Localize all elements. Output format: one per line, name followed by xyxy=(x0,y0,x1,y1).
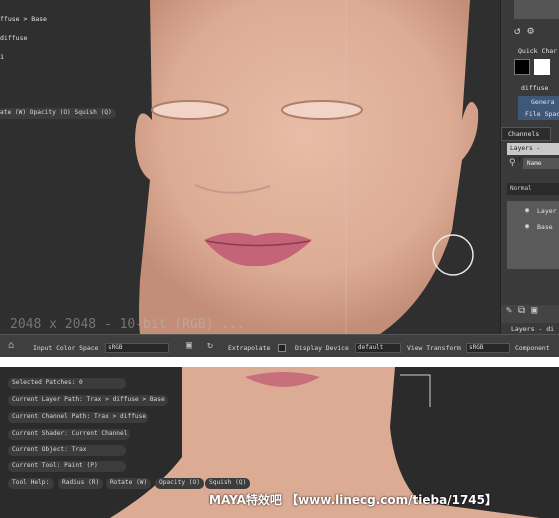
diffuse-label: diffuse xyxy=(521,84,549,92)
display-device-select[interactable]: default xyxy=(355,343,401,353)
viewport-overlay-text: 2048 x 2048 - 10-bit (RGB) ... xyxy=(10,317,245,332)
eye-icon[interactable]: ◉ xyxy=(525,206,529,214)
selected-patches: Selected Patches: 0 xyxy=(8,378,126,389)
refresh-icon[interactable]: ↻ xyxy=(207,340,213,351)
rotate-hint: Rotate (W) xyxy=(106,478,152,489)
paint-viewport[interactable]: ffuse > Base diffuse 1 ate (W) Opacity (… xyxy=(0,0,500,334)
breadcrumb-fragment: ffuse > Base xyxy=(0,15,47,23)
extrapolate-label: Extrapolate xyxy=(228,344,271,352)
black-swatch[interactable] xyxy=(514,59,530,75)
palette-icons[interactable]: ↺ ⚙ xyxy=(514,24,534,37)
current-shader: Current Shader: Current Channel xyxy=(8,429,130,440)
current-channel-path: Current Channel Path: Trax > diffuse xyxy=(8,412,148,423)
name-column[interactable]: Name xyxy=(523,158,559,169)
squish-hint: Squish (Q) xyxy=(205,478,251,489)
tool-help-label: Tool Help: xyxy=(8,478,54,489)
layers-title-bar: Layers - diffu xyxy=(507,143,559,164)
one-fragment: 1 xyxy=(0,53,4,61)
layer-item-base[interactable]: Base xyxy=(537,223,553,232)
search-icon[interactable]: ⚲ xyxy=(509,158,516,168)
layers-footer-label: Layers - di xyxy=(511,325,555,333)
palette-header xyxy=(514,0,559,19)
tool-help-fragment: ate (W) Opacity (O) Squish (Q) xyxy=(0,108,116,119)
view-transform-select[interactable]: sRGB xyxy=(466,343,510,353)
watermark-text: MAYA特效吧 【www.linecg.com/tieba/1745】 xyxy=(209,493,498,507)
quick-channel-label: Quick Char xyxy=(518,47,558,55)
component-label: Component xyxy=(515,344,550,352)
face-render xyxy=(135,0,479,334)
color-status-bar: ⌂ Input Color Space sRGB ▣ ↻ Extrapolate… xyxy=(0,334,559,357)
blend-mode-select[interactable]: Normal xyxy=(507,183,559,195)
view-transform-label: View Transform xyxy=(407,344,461,352)
eye-icon[interactable]: ◉ xyxy=(525,222,529,230)
mari-main-window: ffuse > Base diffuse 1 ate (W) Opacity (… xyxy=(0,0,559,357)
layer-list: ◉ Layer ◉ Base xyxy=(507,201,559,269)
white-swatch[interactable] xyxy=(534,59,550,75)
current-object: Current Object: Trax xyxy=(8,445,126,456)
layer-tools[interactable]: ✎ ⧉ ▣ xyxy=(501,305,559,323)
opacity-hint: Opacity (O) xyxy=(155,478,204,489)
layer-item-layer[interactable]: Layer xyxy=(537,207,557,216)
current-layer-path: Current Layer Path: Trax > diffuse > Bas… xyxy=(8,395,168,406)
image-icon[interactable]: ▣ xyxy=(186,340,192,351)
display-device-label: Display Device xyxy=(295,344,349,352)
channel-fragment: diffuse xyxy=(0,34,28,42)
right-palette: ↺ ⚙ Quick Char diffuse Genera File Spac … xyxy=(500,0,559,334)
input-color-label: Input Color Space xyxy=(33,344,99,352)
general-label: Genera xyxy=(531,98,555,106)
tab-channels[interactable]: Channels xyxy=(501,127,551,141)
input-color-select[interactable]: sRGB xyxy=(105,343,169,353)
radius-hint: Radius (R) xyxy=(58,478,104,489)
current-tool: Current Tool: Paint (P) xyxy=(8,461,126,472)
file-space-label: File Spac xyxy=(525,110,559,118)
extrapolate-checkbox[interactable] xyxy=(278,344,286,352)
home-icon[interactable]: ⌂ xyxy=(8,340,14,351)
